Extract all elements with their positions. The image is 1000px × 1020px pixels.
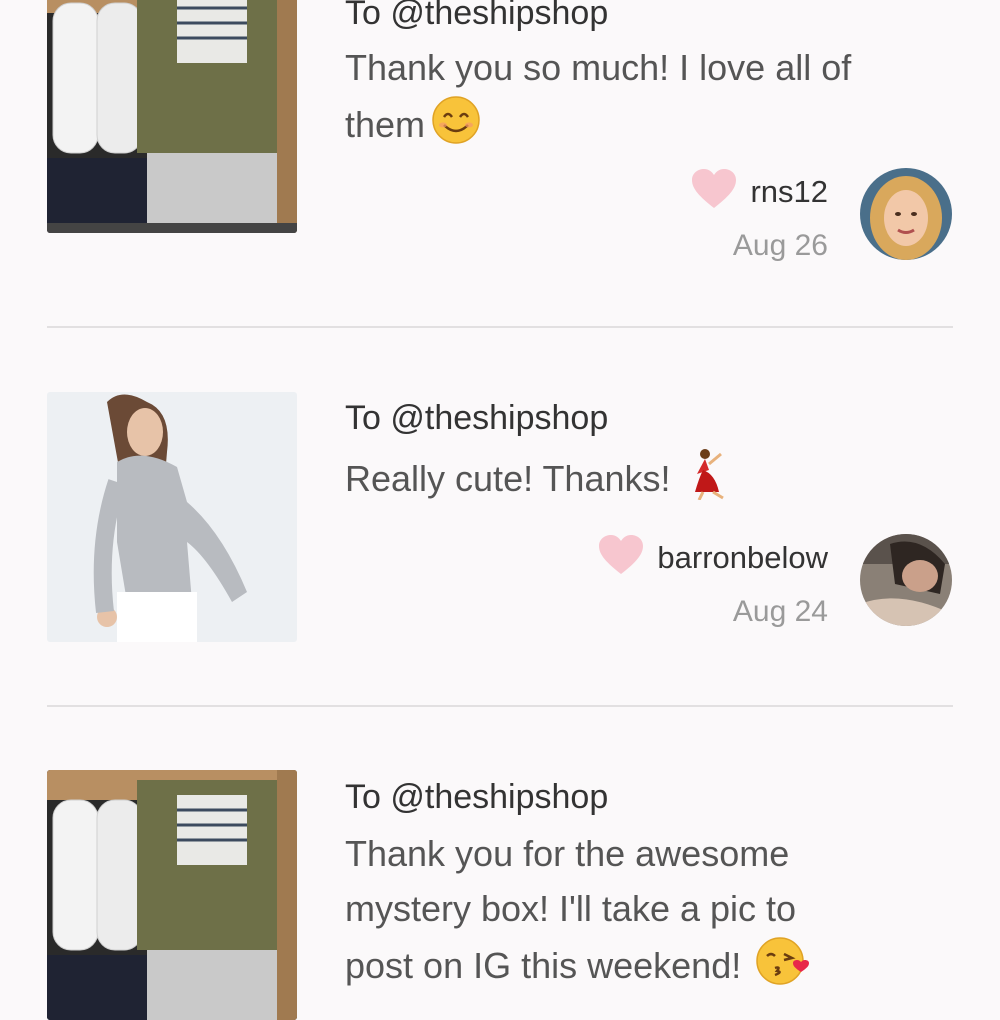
message-text: Thank you for the awesome mystery box! I… xyxy=(345,826,965,1001)
post-thumbnail[interactable] xyxy=(47,392,297,642)
divider xyxy=(47,326,953,328)
message-line: Really cute! Thanks! xyxy=(345,458,671,500)
message-line: mystery box! I'll take a pic to xyxy=(345,888,797,929)
heart-icon[interactable] xyxy=(597,534,645,581)
recipient-label: To @theshipshop xyxy=(345,0,609,32)
post-thumbnail[interactable] xyxy=(47,770,297,1020)
post-meta: barronbelow Aug 24 xyxy=(597,534,828,629)
smiling-face-icon xyxy=(431,95,481,160)
message-line: Thank you so much! I love all of xyxy=(345,47,852,88)
message-text: Really cute! Thanks! xyxy=(345,448,965,515)
post-thumbnail[interactable] xyxy=(47,0,297,233)
post-meta: rns12 Aug 26 xyxy=(690,168,828,263)
username[interactable]: rns12 xyxy=(750,174,828,210)
message-line: them xyxy=(345,104,426,146)
avatar[interactable] xyxy=(860,534,952,626)
post-date: Aug 26 xyxy=(732,229,828,262)
avatar[interactable] xyxy=(860,168,952,260)
recipient-label: To @theshipshop xyxy=(345,399,609,437)
username[interactable]: barronbelow xyxy=(657,540,828,576)
post-date: Aug 24 xyxy=(732,595,828,628)
shoutout-feed: To @theshipshop Thank you so much! I lov… xyxy=(0,0,1000,1020)
divider xyxy=(47,705,953,707)
message-line: Thank you for the awesome xyxy=(345,833,790,874)
dancer-icon xyxy=(689,448,729,515)
face-blowing-kiss-icon xyxy=(755,936,810,1001)
heart-icon[interactable] xyxy=(690,168,738,215)
message-line: post on IG this weekend! xyxy=(345,945,742,987)
message-text: Thank you so much! I love all of them xyxy=(345,40,965,160)
recipient-label: To @theshipshop xyxy=(345,778,609,816)
